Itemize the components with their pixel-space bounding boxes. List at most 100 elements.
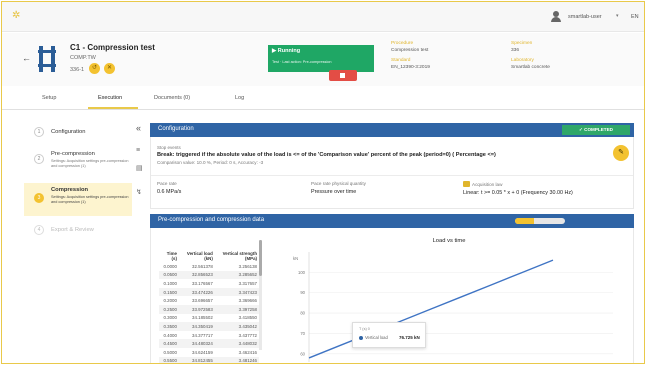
- meta-procedure: Procedure Compression test: [391, 41, 429, 53]
- tool-icon[interactable]: ↯: [136, 189, 145, 197]
- table-row: 0.3000 34.185502 3.418550: [159, 314, 259, 323]
- table-row: 0.1000 33.176567 3.317657: [159, 279, 259, 288]
- table-cell: 34.624159: [192, 349, 213, 355]
- table-cell: 0.2500: [159, 304, 179, 314]
- data-table: Time (s) Vertical load (kN) Vertical stren…: [159, 240, 259, 363]
- history-button[interactable]: ↺: [89, 63, 100, 74]
- table-cell: 3.437772: [238, 332, 257, 338]
- table-cell: 34.377717: [192, 332, 213, 338]
- table-cell: 3.256138: [238, 263, 257, 269]
- chart-tooltip: T (s) 0 Vertical load 76.725 kN: [352, 322, 426, 348]
- acquisition-law: Acquisition law Linear: t >= 0.05 * x + …: [463, 181, 573, 196]
- top-bar: ✲ smartlab-user ▾ EN: [2, 2, 644, 32]
- table-cell: 34.350419: [178, 322, 215, 331]
- acquisition-icon: [463, 181, 470, 187]
- run-status-card: ▶ Running Test · Last action: Pre-compre…: [268, 45, 374, 72]
- table-row: 0.2500 33.972583 3.397258: [159, 304, 259, 314]
- table-cell: 0.2000: [163, 298, 177, 304]
- table-row: 0.0000 32.561378 3.256138: [159, 262, 259, 271]
- table-cell: 0.5000: [163, 349, 177, 355]
- delete-button[interactable]: ✕: [104, 63, 115, 74]
- y-tick-label: 60: [300, 351, 305, 356]
- run-state: ▶ Running: [272, 48, 301, 54]
- chart-title: Load vs time: [432, 238, 466, 244]
- table-cell: 0.1000: [163, 280, 177, 286]
- test-id: 336-1: [70, 67, 85, 73]
- table-row: 0.5500 34.812455 3.481246: [159, 356, 259, 363]
- table-cell: 0.0000: [163, 263, 177, 269]
- completed-badge: ✓ COMPLETED: [562, 125, 630, 135]
- table-row: 0.5000 34.624159 3.462416: [159, 348, 259, 357]
- table-cell: 32.561378: [192, 263, 213, 269]
- table-row: 0.2000 33.696657 3.369666: [159, 296, 259, 305]
- table-row: 0.0500 32.856523 3.285652: [159, 270, 259, 280]
- table-row: 0.4000 34.377717 3.437772: [159, 331, 259, 340]
- table-cell: 33.176567: [192, 280, 213, 286]
- app-logo-icon[interactable]: ✲: [12, 10, 24, 22]
- meta-specimen: Specimen 336: [511, 41, 533, 53]
- collapse-panel-icon[interactable]: «: [136, 123, 141, 133]
- pace-quantity: Pace rate physical quantity Pressure over…: [311, 181, 366, 195]
- table-cell: 33.696657: [192, 298, 213, 304]
- tab-log[interactable]: Log: [235, 95, 244, 101]
- configuration-body: Stop events Break: triggered if the abso…: [150, 137, 634, 209]
- table-cell: 34.812455: [178, 356, 215, 363]
- step-export-review[interactable]: 4 Export & Review: [24, 223, 132, 237]
- step-configuration[interactable]: 1 Configuration: [24, 124, 132, 138]
- table-cell: 33.972583: [178, 304, 215, 314]
- table-cell: 3.481246: [214, 356, 259, 363]
- table-row: 0.4500 34.480324 3.448032: [159, 339, 259, 348]
- tab-execution[interactable]: Execution: [98, 95, 122, 101]
- chevron-down-icon[interactable]: ▾: [616, 13, 619, 19]
- edit-pencil-icon[interactable]: ✎: [613, 145, 629, 161]
- test-code: COMP.TW: [70, 55, 96, 61]
- table-cell: 0.3000: [163, 315, 177, 321]
- table-row: 0.3500 34.350419 3.435042: [159, 322, 259, 331]
- stop-events-label: Stop events: [157, 145, 181, 150]
- language-selector[interactable]: EN: [631, 14, 639, 20]
- step-pre-compression[interactable]: 2 Pre-compression Settings: Acquisition …: [24, 148, 132, 176]
- table-cell: 3.347423: [214, 287, 259, 297]
- table-cell: 3.369666: [238, 298, 257, 304]
- tab-setup[interactable]: Setup: [42, 95, 56, 101]
- meta-laboratory: Laboratory Smartlab concrete: [511, 58, 550, 70]
- y-tick-label: 100: [298, 270, 306, 275]
- divider: [151, 175, 633, 176]
- table-cell: 3.462416: [238, 349, 257, 355]
- column-header: Time (s): [166, 251, 177, 261]
- y-tick-label: 90: [300, 290, 305, 295]
- stop-events-value: Break: triggered if the absolute value o…: [157, 152, 496, 158]
- meta-standard: Standard EN_12390-3:2019: [391, 58, 430, 70]
- back-arrow-icon[interactable]: ←: [22, 53, 31, 63]
- y-axis-unit: kN: [293, 256, 298, 261]
- active-tab-indicator: [88, 107, 138, 109]
- table-cell: 3.317657: [238, 280, 257, 286]
- load-vs-time-chart: Load vs time kN 60 70 80 90 100: [273, 234, 625, 363]
- tab-bar: Setup Execution Documents (0) Log: [2, 87, 644, 110]
- column-header: Vertical load (kN): [186, 251, 213, 261]
- tab-documents[interactable]: Documents (0): [154, 95, 190, 101]
- table-cell: 3.448032: [214, 339, 259, 348]
- table-cell: 0.4500: [159, 339, 179, 348]
- list-icon[interactable]: ≡: [136, 147, 145, 155]
- table-scrollbar[interactable]: [259, 240, 262, 350]
- step-compression[interactable]: 3 Compression Settings: Acquisition sett…: [24, 183, 132, 216]
- table-cell: 0.0500: [159, 270, 179, 280]
- table-cell: 0.4000: [163, 332, 177, 338]
- table-icon[interactable]: ▤: [136, 165, 145, 173]
- column-header: Vertical strength (MPa): [222, 251, 257, 261]
- table-cell: 3.418550: [238, 315, 257, 321]
- press-machine-icon: [36, 46, 58, 72]
- steps-panel: 1 Configuration 2 Pre-compression Settin…: [24, 118, 132, 363]
- table-cell: 3.285652: [214, 270, 259, 280]
- series-line-vertical-load: [308, 259, 554, 359]
- app-window: ✲ smartlab-user ▾ EN ← C1 - Compression …: [1, 1, 645, 364]
- table-cell: 0.1500: [159, 287, 179, 297]
- test-header: ← C1 - Compression test COMP.TW 336-1 ↺ …: [2, 33, 644, 86]
- chart-svg: kN 60 70 80 90 100: [293, 252, 613, 362]
- table-cell: 0.3500: [159, 322, 179, 331]
- table-cell: 3.397258: [214, 304, 259, 314]
- user-avatar-icon[interactable]: [551, 11, 561, 22]
- user-name[interactable]: smartlab-user: [568, 14, 602, 20]
- stop-button[interactable]: [329, 70, 357, 81]
